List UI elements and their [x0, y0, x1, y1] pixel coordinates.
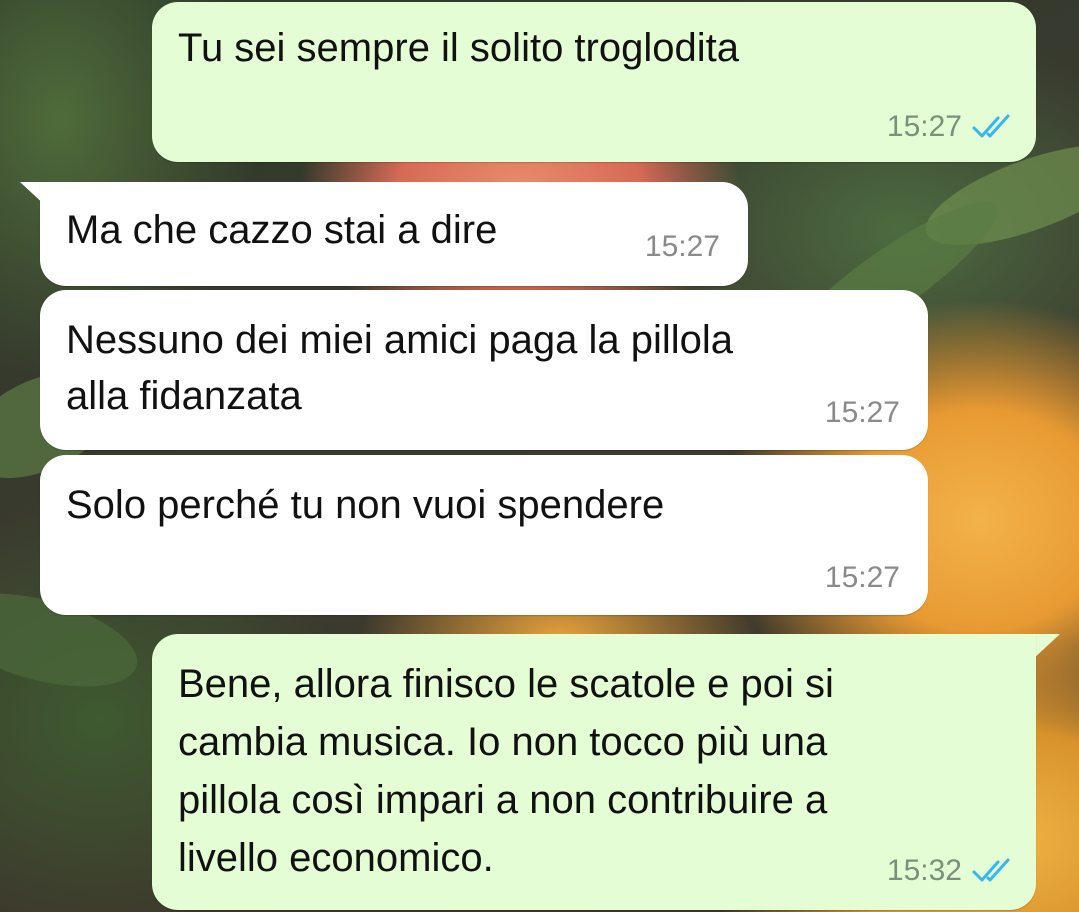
- message-text: Tu sei sempre il solito troglodita: [178, 26, 739, 70]
- message-meta: 15:32: [887, 854, 1012, 888]
- message-bubble-outgoing[interactable]: Bene, allora finisco le scatole e poi si…: [152, 634, 1036, 910]
- message-meta: 15:27: [825, 561, 900, 595]
- message-time: 15:27: [644, 230, 720, 263]
- message-text-line: cambia musica. Io non tocco più una: [178, 720, 828, 764]
- message-meta: 15:27: [645, 230, 720, 264]
- message-meta: 15:27: [825, 396, 900, 430]
- bubble-tail-outgoing: [1032, 634, 1060, 660]
- message-time: 15:27: [824, 396, 900, 429]
- message-bubble-incoming[interactable]: Ma che cazzo stai a dire 15:27: [40, 182, 748, 286]
- message-text: Solo perché tu non vuoi spendere: [66, 483, 665, 527]
- double-check-read-icon: [972, 858, 1012, 884]
- message-bubble-incoming[interactable]: Solo perché tu non vuoi spendere 15:27: [40, 455, 928, 615]
- message-time: 15:27: [886, 110, 962, 143]
- message-time: 15:32: [886, 854, 962, 887]
- message-text-line: Nessuno dei miei amici paga la pillola: [66, 318, 734, 362]
- message-text-line: pillola così impari a non contribuire a: [178, 778, 828, 822]
- message-meta: 15:27: [887, 110, 1012, 144]
- message-text-line: alla fidanzata: [66, 374, 302, 418]
- message-text-line: livello economico.: [178, 836, 494, 880]
- message-text: Ma che cazzo stai a dire: [66, 208, 498, 252]
- double-check-read-icon: [972, 114, 1012, 140]
- message-bubble-outgoing[interactable]: Tu sei sempre il solito troglodita 15:27: [152, 2, 1036, 162]
- message-time: 15:27: [824, 561, 900, 594]
- message-bubble-incoming[interactable]: Nessuno dei miei amici paga la pillola a…: [40, 290, 928, 450]
- message-text-line: Bene, allora finisco le scatole e poi si: [178, 662, 834, 706]
